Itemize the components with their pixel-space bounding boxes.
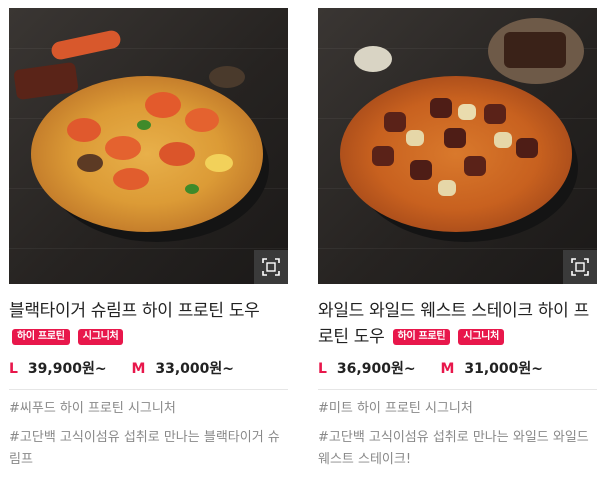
product-title[interactable]: 블랙타이거 슈림프 하이 프로틴 도우 하이 프로틴 시그니처 bbox=[9, 298, 288, 350]
product-card[interactable]: 블랙타이거 슈림프 하이 프로틴 도우 하이 프로틴 시그니처 L 39,900원… bbox=[9, 8, 288, 471]
price-m: 33,000원~ bbox=[155, 361, 235, 377]
price-m: 31,000원~ bbox=[464, 361, 544, 377]
zoom-button[interactable] bbox=[563, 250, 597, 284]
price-row: L 39,900원~ M 33,000원~ bbox=[9, 359, 288, 379]
zoom-icon bbox=[571, 258, 589, 276]
product-image[interactable] bbox=[318, 8, 597, 284]
badge-signature: 시그니처 bbox=[77, 329, 124, 345]
divider bbox=[9, 389, 288, 390]
divider bbox=[318, 389, 597, 390]
size-m-label: M bbox=[440, 361, 455, 377]
badge-high-protein: 하이 프로틴 bbox=[12, 329, 70, 345]
price-row: L 36,900원~ M 31,000원~ bbox=[318, 359, 597, 379]
product-tags: #씨푸드 하이 프로틴 시그니처 bbox=[9, 401, 176, 416]
product-tags: #미트 하이 프로틴 시그니처 bbox=[318, 401, 473, 416]
zoom-icon bbox=[262, 258, 280, 276]
product-title[interactable]: 와일드 와일드 웨스트 스테이크 하이 프로틴 도우 하이 프로틴 시그니처 bbox=[318, 298, 597, 350]
badge-high-protein: 하이 프로틴 bbox=[392, 329, 451, 345]
product-card[interactable]: 와일드 와일드 웨스트 스테이크 하이 프로틴 도우 하이 프로틴 시그니처 L… bbox=[318, 8, 597, 471]
product-description: #고단백 고식이섬유 섭취로 만나는 와일드 와일드 웨스트 스테이크! bbox=[318, 430, 589, 467]
size-l-label: L bbox=[318, 361, 327, 377]
zoom-button[interactable] bbox=[254, 250, 288, 284]
product-description: #고단백 고식이섬유 섭취로 만나는 블랙타이거 슈림프 bbox=[9, 430, 280, 467]
product-title-text[interactable]: 블랙타이거 슈림프 하이 프로틴 도우 bbox=[9, 301, 260, 321]
size-m-label: M bbox=[131, 361, 146, 377]
product-image[interactable] bbox=[9, 8, 288, 284]
price-l: 39,900원~ bbox=[27, 361, 107, 377]
badge-signature: 시그니처 bbox=[458, 329, 504, 345]
price-l: 36,900원~ bbox=[336, 361, 416, 377]
product-title-text[interactable]: 와일드 와일드 웨스트 스테이크 하이 프로틴 도우 bbox=[318, 301, 589, 347]
size-l-label: L bbox=[9, 361, 18, 377]
